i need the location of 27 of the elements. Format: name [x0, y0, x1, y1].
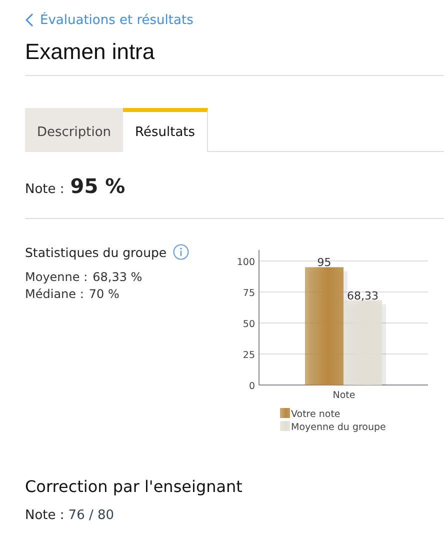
tab[interactable]: Description — [25, 108, 124, 152]
axis-tick-label: 100 — [236, 257, 255, 268]
axis-tick-label: 0 — [248, 381, 255, 392]
axis-tick-label: 25 — [242, 350, 255, 361]
info-icon[interactable] — [172, 244, 189, 260]
section-title: Correction par l'enseignant — [25, 477, 244, 496]
stat-label: Moyenne : — [25, 270, 88, 284]
legend-label: Moyenne du groupe — [291, 422, 386, 433]
stat-label: Médiane : — [25, 287, 84, 301]
grade-label: Note : — [25, 182, 64, 197]
grade-value: 76 / 80 — [68, 508, 114, 523]
legend-swatch — [280, 421, 290, 431]
stat-value: 70 % — [88, 287, 120, 301]
category-label: Note — [332, 390, 356, 401]
section-title: Statistiques du groupe — [25, 244, 167, 260]
data-label: 95 — [317, 256, 332, 270]
axis-tick-label: 75 — [242, 288, 255, 299]
legend-label: Votre note — [291, 409, 340, 420]
grade-label: Note : — [25, 508, 64, 523]
stat-value: 68,33 % — [92, 270, 142, 284]
page-title: Examen intra — [25, 39, 156, 65]
legend-swatch — [280, 408, 290, 418]
data-label: 68,33 — [347, 289, 378, 302]
axis-tick-label: 50 — [242, 319, 255, 330]
grade-value: 95 % — [70, 174, 126, 198]
chevron-left-icon — [25, 13, 34, 27]
tab[interactable]: Résultats — [123, 108, 208, 152]
